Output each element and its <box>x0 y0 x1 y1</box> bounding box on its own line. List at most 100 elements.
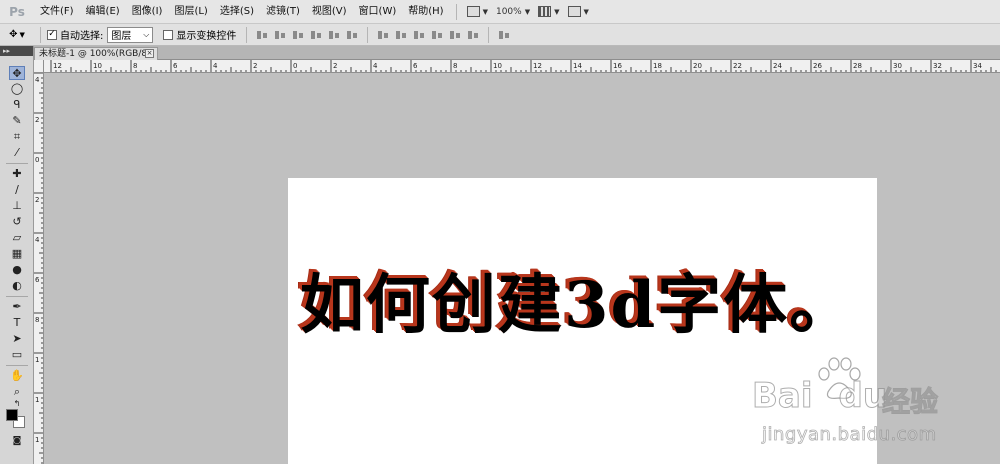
pen-tool-icon[interactable]: ✒ <box>9 300 25 314</box>
arrange-documents-button[interactable]: ▼ <box>534 3 563 21</box>
menu-bar: Ps 文件(F) 编辑(E) 图像(I) 图层(L) 选择(S) 滤镜(T) 视… <box>0 0 1000 24</box>
menu-divider <box>455 3 457 20</box>
photoshop-logo: Ps <box>9 4 25 19</box>
ruler-label: 24 <box>773 62 782 70</box>
tools-panel-collapse-button[interactable]: ▸▸ <box>0 46 33 56</box>
ruler-label: 10 <box>93 62 102 70</box>
menu-file[interactable]: 文件(F) <box>34 0 80 24</box>
show-transform-controls-label: 显示变换控件 <box>176 31 237 42</box>
move-tool-icon[interactable]: ✥ <box>9 66 25 80</box>
horizontal-ruler-ticks: 12 10 8 6 4 2 0 2 4 6 8 10 12 14 16 18 20 22 24 26 28 30 32 34 <box>50 60 997 72</box>
distribute-top-edges-icon[interactable] <box>377 30 389 40</box>
ruler-label: 0 <box>35 156 39 164</box>
distribute-right-edges-icon[interactable] <box>467 30 479 40</box>
launch-bridge-button[interactable]: ▼ <box>463 3 492 21</box>
options-divider <box>488 26 490 43</box>
eyedropper-tool-icon[interactable]: ⁄ <box>9 146 25 160</box>
align-horizontal-centers-icon[interactable] <box>328 30 340 40</box>
ruler-label: 4 <box>35 236 40 244</box>
ruler-label: 2 <box>253 62 257 70</box>
ruler-label: 18 <box>653 62 662 70</box>
history-brush-tool-icon[interactable]: ↺ <box>9 215 25 229</box>
tools-panel: ▸▸ ✥ ◯ ᑫ ✎ ⌗ ⁄ ✚ ∕ ⊥ ↺ ▱ ▦ ● ◐ ✒ T ➤ ▭ ✋… <box>0 46 34 464</box>
quick-mask-icon[interactable]: ◙ <box>9 434 25 448</box>
rectangle-tool-icon[interactable]: ▭ <box>9 348 25 362</box>
menu-image[interactable]: 图像(I) <box>126 0 169 24</box>
ruler-label: 30 <box>893 62 902 70</box>
align-left-edges-icon[interactable] <box>310 30 322 40</box>
ruler-label: 6 <box>35 276 40 284</box>
ruler-label: 28 <box>853 62 862 70</box>
horizontal-ruler[interactable]: 12 10 8 6 4 2 0 2 4 6 8 10 12 14 16 18 20 22 24 26 28 30 32 34 <box>44 60 1000 73</box>
align-vertical-centers-icon[interactable] <box>274 30 286 40</box>
show-transform-controls-checkbox[interactable] <box>163 29 174 40</box>
ruler-label: 12 <box>53 62 62 70</box>
menu-window[interactable]: 窗口(W) <box>353 0 403 24</box>
menu-edit[interactable]: 编辑(E) <box>80 0 126 24</box>
ruler-label: 2 <box>333 62 337 70</box>
zoom-level-value: 100% <box>495 6 522 17</box>
foreground-color-swatch[interactable] <box>6 409 18 421</box>
3d-text-layer[interactable]: 如何创建3d字体。 <box>300 268 855 344</box>
arrange-icon <box>538 6 552 17</box>
blur-tool-icon[interactable]: ● <box>9 263 25 277</box>
eraser-tool-icon[interactable]: ▱ <box>9 231 25 245</box>
chevron-down-icon: ⌵ <box>143 29 150 39</box>
document-tab[interactable]: 未标题-1 @ 100%(RGB/8) * × <box>34 47 158 71</box>
hand-tool-icon[interactable]: ✋ <box>9 369 25 383</box>
ruler-label: 32 <box>933 62 942 70</box>
align-bottom-edges-icon[interactable] <box>292 30 304 40</box>
chevron-down-icon: ▼ <box>524 7 531 16</box>
screen-mode-button[interactable]: ▼ <box>564 3 593 21</box>
tool-preset-picker[interactable]: ✥ ▼ <box>0 29 34 40</box>
healing-brush-tool-icon[interactable]: ✚ <box>9 167 25 181</box>
path-selection-tool-icon[interactable]: ➤ <box>9 332 25 346</box>
ruler-label: 2 <box>35 116 39 124</box>
align-right-edges-icon[interactable] <box>346 30 358 40</box>
auto-select-target-dropdown[interactable]: 图层 ⌵ <box>107 26 154 43</box>
distribute-horizontal-centers-icon[interactable] <box>449 30 461 40</box>
ruler-label: 20 <box>693 62 702 70</box>
menu-select[interactable]: 选择(S) <box>214 0 260 24</box>
close-icon[interactable]: × <box>145 49 154 58</box>
screen-mode-icon <box>567 6 581 17</box>
marquee-tool-icon[interactable]: ◯ <box>9 82 25 96</box>
ruler-label: 6 <box>173 62 178 70</box>
distribute-left-edges-icon[interactable] <box>431 30 443 40</box>
menu-view[interactable]: 视图(V) <box>306 0 353 24</box>
options-divider <box>367 26 369 43</box>
options-divider <box>40 26 41 43</box>
ruler-label: 1 <box>35 356 39 364</box>
gradient-tool-icon[interactable]: ▦ <box>9 247 25 261</box>
chevron-down-icon: ▼ <box>19 30 25 39</box>
auto-select-checkbox[interactable]: ✓ <box>47 29 57 40</box>
ruler-label: 8 <box>453 62 457 70</box>
distribute-bottom-edges-icon[interactable] <box>413 30 425 40</box>
chevron-down-icon: ▼ <box>482 7 488 16</box>
type-tool-icon[interactable]: T <box>9 316 25 330</box>
options-divider <box>246 26 248 43</box>
auto-align-layers-icon[interactable] <box>498 30 510 40</box>
bridge-icon <box>466 6 480 17</box>
menu-filter[interactable]: 滤镜(T) <box>260 0 306 24</box>
ruler-label: 2 <box>35 196 39 204</box>
menu-help[interactable]: 帮助(H) <box>402 0 449 24</box>
ruler-label: 0 <box>293 62 297 70</box>
menu-layer[interactable]: 图层(L) <box>168 0 213 24</box>
clone-stamp-tool-icon[interactable]: ⊥ <box>9 199 25 213</box>
crop-tool-icon[interactable]: ⌗ <box>9 130 25 144</box>
ruler-label: 14 <box>573 62 582 70</box>
dodge-tool-icon[interactable]: ◐ <box>9 279 25 293</box>
brush-tool-icon[interactable]: ∕ <box>9 183 25 197</box>
zoom-level-dropdown[interactable]: 100% ▼ <box>492 3 534 21</box>
ruler-label: 16 <box>613 62 622 70</box>
lasso-tool-icon[interactable]: ᑫ <box>9 98 25 112</box>
vertical-ruler[interactable]: 4 2 0 2 4 6 8 1 1 1 <box>34 73 44 464</box>
ruler-label: 6 <box>413 62 418 70</box>
move-tool-icon: ✥ <box>9 29 18 40</box>
ruler-origin[interactable] <box>34 60 44 73</box>
auto-select-target-value: 图层 <box>111 31 132 42</box>
distribute-vertical-centers-icon[interactable] <box>395 30 407 40</box>
quick-selection-tool-icon[interactable]: ✎ <box>9 114 25 128</box>
align-top-edges-icon[interactable] <box>256 30 268 40</box>
